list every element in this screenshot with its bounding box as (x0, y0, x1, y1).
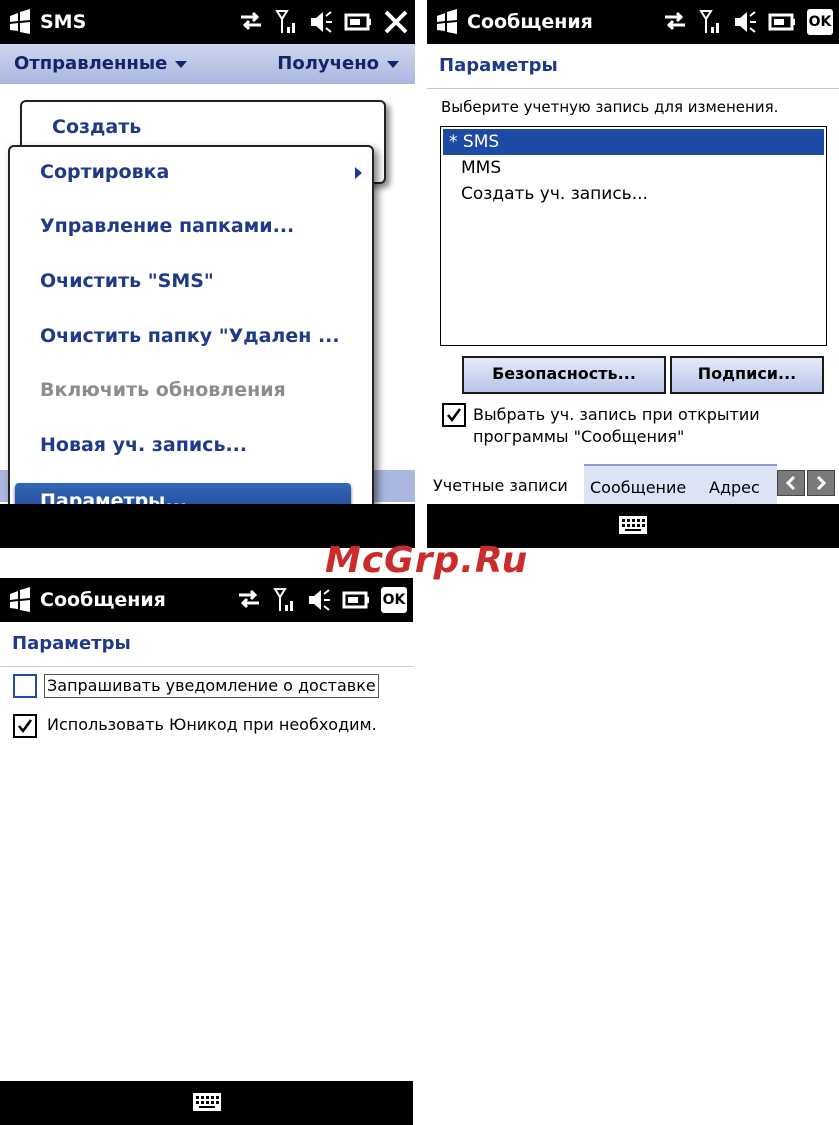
popup-submenu: Сортировка Управление папками... Очистит… (8, 145, 374, 537)
menu-item-label: Новая уч. запись... (40, 434, 248, 456)
menu-item-manage-folders[interactable]: Управление папками... (40, 215, 294, 237)
sms-screen: SMS Отправленные Получено Создать Сортир… (0, 0, 415, 548)
windows-start-icon[interactable] (6, 8, 34, 36)
chevron-right-icon (816, 476, 827, 490)
ok-button[interactable]: OK (807, 9, 833, 35)
menu-item-new-account[interactable]: Новая уч. запись... (40, 434, 247, 456)
menu-item-label: Очистить папку "Удален ... (40, 325, 340, 347)
checkmark-icon (447, 408, 462, 423)
volume-icon[interactable] (307, 587, 331, 613)
title-bar: SMS (0, 0, 415, 44)
page-header: Параметры (427, 44, 839, 89)
received-sort-label: Получено (277, 53, 379, 74)
tab-scroll-left-button[interactable] (777, 470, 805, 496)
page-header: Параметры (0, 622, 413, 667)
tab-strip: Учетные записи Сообщение Адрес (427, 464, 839, 506)
unicode-checkbox[interactable] (13, 714, 37, 738)
unicode-label: Использовать Юникод при необходим. (47, 715, 377, 734)
window-title: Сообщения (40, 589, 166, 611)
battery-icon[interactable] (343, 9, 373, 35)
menu-item-enable-updates: Включить обновления (40, 379, 286, 401)
chevron-down-icon (387, 60, 399, 68)
connectivity-icon[interactable] (661, 9, 689, 35)
page-title: Параметры (439, 55, 558, 76)
window-title: SMS (40, 11, 87, 33)
delivery-report-checkbox[interactable] (13, 674, 37, 698)
tab-accounts[interactable]: Учетные записи (427, 464, 585, 504)
open-account-label-line1: Выбрать уч. запись при открытии (473, 405, 760, 424)
open-account-checkbox[interactable] (442, 403, 466, 427)
windows-start-icon[interactable] (433, 8, 461, 36)
account-item-sms[interactable]: * SMS (443, 129, 824, 155)
tab-scroll-right-button[interactable] (807, 470, 835, 496)
open-account-label: Выбрать уч. запись при открытии программ… (473, 404, 760, 448)
menu-item-label: Управление папками... (40, 215, 295, 237)
account-prompt: Выберите учетную запись для изменения. (441, 98, 779, 116)
account-listbox[interactable]: * SMS MMS Создать уч. запись... (440, 126, 827, 346)
battery-icon[interactable] (767, 9, 797, 35)
tab-address[interactable]: Адрес (705, 464, 777, 506)
delivery-report-label: Запрашивать уведомление о доставке (44, 674, 379, 698)
chevron-down-icon (175, 60, 188, 68)
checkmark-icon (18, 719, 33, 734)
menu-item-sort[interactable]: Сортировка (40, 161, 169, 183)
menu-item-label: Сортировка (40, 161, 170, 183)
security-button[interactable]: Безопасность... (462, 356, 666, 394)
sent-folder-label: Отправленные (14, 53, 168, 74)
title-bar: Сообщения OK (0, 578, 413, 622)
close-icon[interactable] (383, 9, 409, 35)
chevron-left-icon (785, 476, 796, 490)
menu-item-label: Включить обновления (40, 379, 286, 401)
windows-start-icon[interactable] (6, 586, 34, 614)
volume-icon[interactable] (309, 9, 333, 35)
signal-icon[interactable] (275, 9, 299, 35)
signal-icon[interactable] (273, 587, 297, 613)
tab-message[interactable]: Сообщение (584, 464, 705, 506)
ok-button[interactable]: OK (381, 587, 407, 613)
sent-folder-dropdown[interactable]: Отправленные (14, 53, 188, 74)
connectivity-icon[interactable] (235, 587, 263, 613)
open-account-label-line2: программы "Сообщения" (473, 427, 685, 446)
menu-item-clear-sms[interactable]: Очистить "SMS" (40, 270, 214, 292)
accounts-settings-screen: Сообщения OK Параметры Выберите учетную … (427, 0, 839, 548)
account-item-mms[interactable]: MMS (443, 155, 824, 181)
sms-options-screen: Сообщения OK Параметры Запрашивать уведо… (0, 578, 413, 1125)
submenu-arrow-icon (355, 167, 362, 179)
folder-menubar: Отправленные Получено (0, 44, 415, 84)
account-item-create[interactable]: Создать уч. запись... (443, 181, 824, 207)
keyboard-icon[interactable] (192, 1091, 222, 1113)
signatures-button[interactable]: Подписи... (670, 356, 824, 394)
softkey-bar (0, 1081, 413, 1125)
keyboard-icon[interactable] (618, 514, 648, 536)
signal-icon[interactable] (699, 9, 723, 35)
page-title: Параметры (12, 633, 131, 654)
received-sort-dropdown[interactable]: Получено (277, 53, 399, 74)
title-bar: Сообщения OK (427, 0, 839, 44)
battery-icon[interactable] (341, 587, 371, 613)
menu-item-clear-deleted[interactable]: Очистить папку "Удален ... (40, 325, 340, 347)
menu-item-create[interactable]: Создать (52, 116, 141, 138)
connectivity-icon[interactable] (237, 9, 265, 35)
watermark: McGrp.Ru (325, 540, 529, 581)
volume-icon[interactable] (733, 9, 757, 35)
window-title: Сообщения (467, 11, 593, 33)
menu-item-label: Очистить "SMS" (40, 270, 214, 292)
